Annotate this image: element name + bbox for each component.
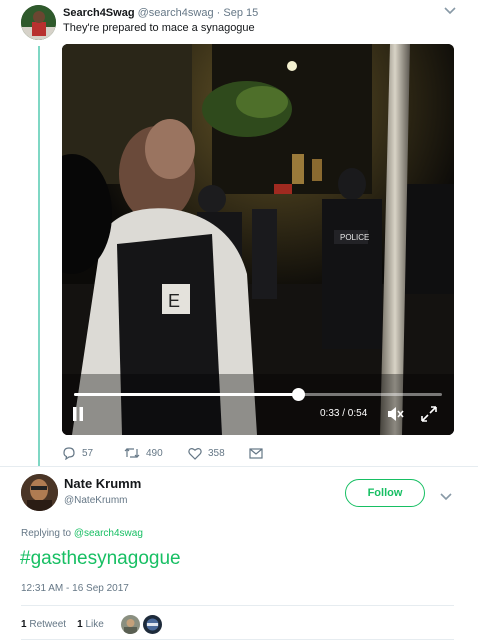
tweet-timestamp[interactable]: 12:31 AM - 16 Sep 2017 (21, 583, 129, 594)
avatar-image (21, 5, 56, 40)
likes-count: 1 (77, 619, 83, 630)
chevron-down-icon[interactable] (440, 488, 454, 501)
liker-avatar[interactable] (143, 615, 162, 634)
author-name[interactable]: Search4Swag (63, 7, 135, 19)
video-frame: POLICE E (62, 44, 454, 435)
author-name[interactable]: Nate Krumm (64, 476, 141, 491)
direct-message-button[interactable] (249, 445, 263, 461)
chevron-down-icon[interactable] (444, 6, 460, 20)
likes-label: Like (85, 619, 104, 630)
retweets-label: Retweet (29, 619, 67, 630)
author-handle[interactable]: @search4swag (138, 7, 214, 19)
mention-link[interactable]: @search4swag (74, 528, 143, 539)
retweets-stat[interactable]: 1 Retweet (21, 619, 66, 630)
retweet-button[interactable]: 490 (124, 445, 163, 461)
pause-icon[interactable] (71, 406, 85, 422)
tweet-date[interactable]: Sep 15 (223, 7, 258, 19)
likes-stat[interactable]: 1 Like (77, 619, 104, 630)
volume-muted-icon[interactable] (387, 406, 405, 422)
heart-icon (188, 447, 202, 460)
avatar[interactable] (21, 474, 58, 511)
tweet-header: Search4Swag @search4swag · Sep 15 (63, 7, 258, 19)
thread-connector-line (38, 46, 40, 466)
fullscreen-icon[interactable] (420, 405, 438, 423)
retweet-count: 490 (146, 447, 163, 459)
engagement-stats: 1 Retweet 1 Like (21, 619, 104, 630)
envelope-icon (249, 447, 263, 459)
reply-count: 57 (82, 447, 94, 459)
avatar[interactable] (21, 5, 56, 40)
video-time-readout: 0:33 / 0:54 (320, 408, 368, 419)
video-progress-bar[interactable] (74, 388, 442, 401)
liker-avatar[interactable] (121, 615, 140, 634)
avatar-image (21, 474, 58, 511)
vest-label: POLICE (340, 233, 369, 242)
video-progress-fill (74, 393, 299, 396)
divider (0, 466, 478, 467)
reply-button[interactable]: 57 (62, 445, 93, 461)
header-separator: · (216, 7, 221, 19)
like-button[interactable]: 358 (188, 445, 225, 461)
video-player[interactable]: POLICE E 0:33 / 0:54 (62, 44, 454, 435)
divider (21, 605, 454, 606)
reply-icon (63, 446, 75, 460)
replying-to-line: Replying to @search4swag (21, 528, 143, 539)
shirt-letters: E (168, 291, 180, 311)
follow-button[interactable]: Follow (345, 479, 425, 507)
tweet-text: They're prepared to mace a synagogue (63, 22, 255, 34)
retweets-count: 1 (21, 619, 27, 630)
like-count: 358 (208, 447, 225, 459)
hashtag-link[interactable]: #gasthesynagogue (20, 548, 181, 570)
author-handle[interactable]: @NateKrumm (64, 495, 128, 506)
retweet-icon (124, 448, 140, 458)
replying-prefix: Replying to (21, 528, 72, 539)
